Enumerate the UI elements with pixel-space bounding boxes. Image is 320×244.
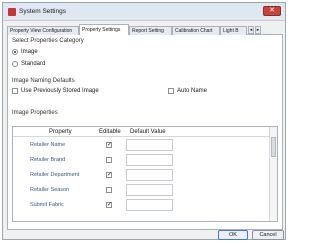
table-row[interactable]: Retailer Season xyxy=(13,183,269,198)
ok-button[interactable]: OK xyxy=(218,230,248,240)
column-header-editable[interactable]: Editable xyxy=(99,129,121,135)
default-value-input[interactable] xyxy=(126,184,173,196)
default-value-input[interactable] xyxy=(126,154,173,166)
column-header-default-value[interactable]: Default Value xyxy=(130,129,166,135)
radio-standard-label: Standard xyxy=(21,61,46,67)
default-value-input[interactable] xyxy=(126,139,173,151)
properties-category-label: Select Properties Category xyxy=(12,38,84,44)
property-name-cell: Retailer Department xyxy=(30,172,80,178)
table-row[interactable]: Retailer Name ✓ xyxy=(13,138,269,153)
grid-vertical-scrollbar[interactable] xyxy=(269,127,277,221)
auto-name-label: Auto Name xyxy=(177,88,208,94)
cancel-button[interactable]: Cancel xyxy=(252,230,284,240)
app-icon xyxy=(8,8,16,16)
table-row[interactable]: Retailer Brand xyxy=(13,153,269,168)
tab-report-setting[interactable]: Report Setting xyxy=(129,26,172,35)
radio-standard[interactable]: Standard xyxy=(12,60,72,68)
tab-calibration-chart[interactable]: Calibration Chart xyxy=(172,26,220,35)
editable-checkbox[interactable] xyxy=(106,187,112,193)
default-value-input[interactable] xyxy=(126,199,173,211)
title-bar[interactable]: System Settings ✕ xyxy=(3,3,285,21)
system-settings-window: System Settings ✕ Property View Configur… xyxy=(2,2,286,240)
editable-checkbox[interactable]: ✓ xyxy=(106,172,112,178)
grid-header: Property Editable Default Value xyxy=(13,127,269,137)
image-properties-grid: Property Editable Default Value Retailer… xyxy=(12,126,278,222)
tab-scroll-left-icon[interactable]: ◄ xyxy=(248,26,254,34)
tab-scroll-right-icon[interactable]: ► xyxy=(255,26,261,34)
radio-standard-indicator[interactable] xyxy=(12,61,18,67)
property-name-cell: Retailer Season xyxy=(30,187,70,193)
table-row[interactable]: Retailer Department ✓ xyxy=(13,168,269,183)
use-previously-stored-box[interactable] xyxy=(12,88,18,94)
property-settings-panel: Select Properties Category Image Standar… xyxy=(7,35,283,230)
naming-defaults-label: Image Naming Defaults xyxy=(12,78,75,84)
image-properties-label: Image Properties xyxy=(12,110,58,116)
editable-checkbox[interactable]: ✓ xyxy=(106,202,112,208)
radio-image-label: Image xyxy=(21,49,38,55)
default-value-input[interactable] xyxy=(126,169,173,181)
auto-name-box[interactable] xyxy=(168,88,174,94)
scrollbar-thumb[interactable] xyxy=(271,137,276,157)
tab-property-view-configuration[interactable]: Property View Configuration xyxy=(7,26,79,35)
tab-strip: Property View Configuration Property Set… xyxy=(7,24,283,35)
tab-light-booth[interactable]: Light B xyxy=(220,26,247,35)
property-name-cell: Retailer Brand xyxy=(30,157,66,163)
property-name-cell: Retailer Name xyxy=(30,142,66,148)
use-previously-stored-checkbox[interactable]: Use Previously Stored Image xyxy=(12,87,122,95)
tab-property-settings[interactable]: Property Settings xyxy=(79,24,129,35)
editable-checkbox[interactable] xyxy=(106,157,112,163)
window-title: System Settings xyxy=(19,8,66,15)
property-name-cell: Submit Fabric xyxy=(30,202,64,208)
close-button[interactable]: ✕ xyxy=(263,6,281,16)
use-previously-stored-label: Use Previously Stored Image xyxy=(21,88,99,94)
column-header-property[interactable]: Property xyxy=(49,129,72,135)
auto-name-checkbox[interactable]: Auto Name xyxy=(168,87,228,95)
radio-image[interactable]: Image xyxy=(12,48,72,56)
radio-image-indicator[interactable] xyxy=(12,49,18,55)
editable-checkbox[interactable]: ✓ xyxy=(106,142,112,148)
table-row[interactable]: Submit Fabric ✓ xyxy=(13,198,269,213)
